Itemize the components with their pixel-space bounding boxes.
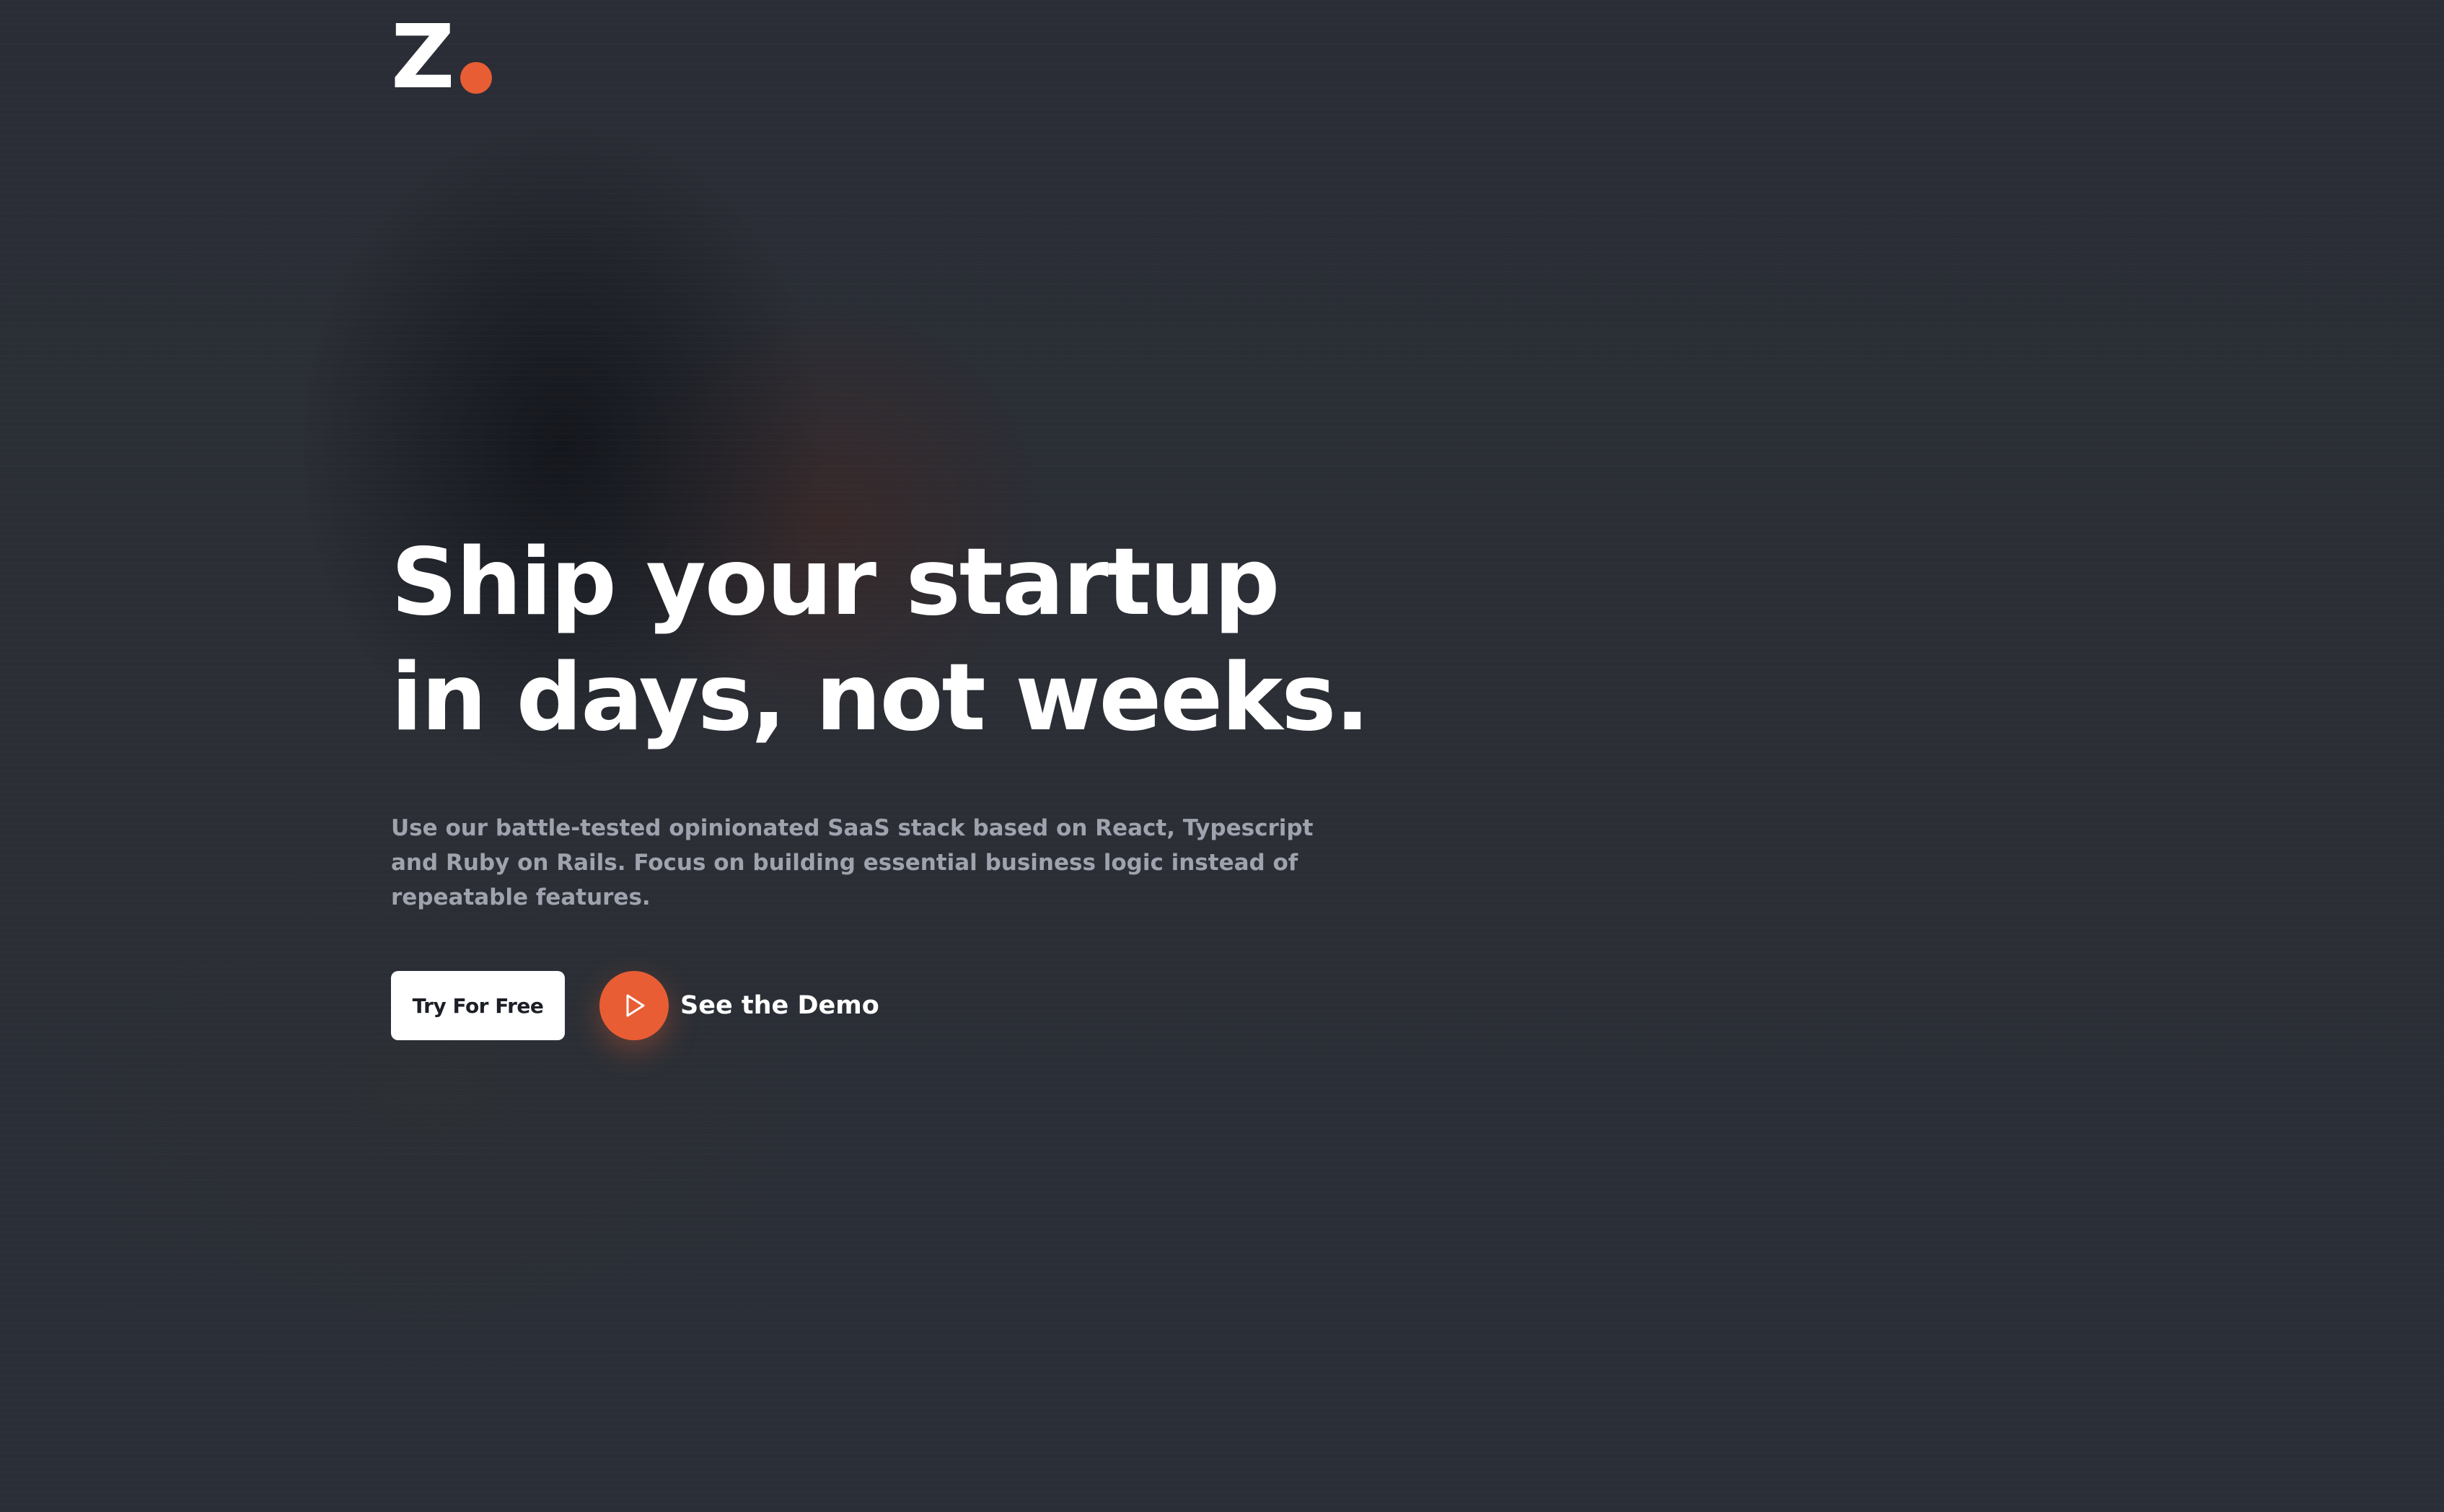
- hero-description: Use our battle-tested opinionated SaaS s…: [391, 815, 1314, 910]
- logo-dot-icon: [460, 62, 493, 94]
- hero-actions: Try For Free See the Demo: [391, 971, 1401, 1040]
- hero-headline: Ship your startup in days, not weeks.: [391, 525, 1401, 756]
- try-for-free-button[interactable]: Try For Free: [391, 971, 565, 1040]
- see-demo-link[interactable]: See the Demo: [599, 971, 879, 1040]
- headline-line-1: Ship your startup: [391, 529, 1280, 636]
- headline-line-2: in days, not weeks.: [391, 644, 1370, 752]
- hero-section: Ship your startup in days, not weeks. Us…: [391, 525, 1401, 1040]
- logo-letter: Z: [391, 6, 454, 108]
- play-button[interactable]: [599, 971, 669, 1040]
- play-icon: [626, 994, 645, 1017]
- brand-logo[interactable]: Z: [391, 6, 493, 108]
- see-demo-label: See the Demo: [680, 991, 879, 1020]
